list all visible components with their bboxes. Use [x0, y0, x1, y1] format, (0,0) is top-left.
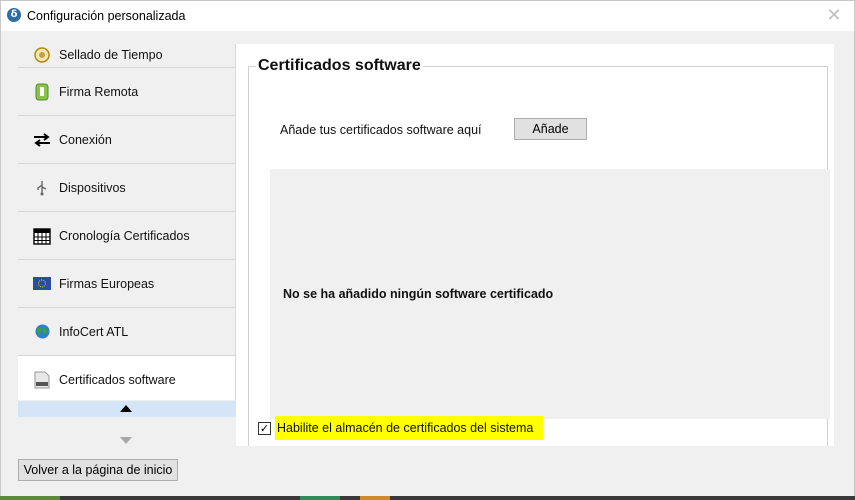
remote-signature-icon — [32, 82, 52, 102]
close-button[interactable]: ✕ — [824, 6, 844, 26]
back-to-home-button[interactable]: Volver a la página de inicio — [18, 459, 178, 481]
sidebar-item-firmas-europeas[interactable]: Firmas Europeas — [18, 260, 235, 308]
chevron-up-icon — [120, 405, 132, 412]
section-title: Certificados software — [256, 57, 423, 75]
title-bar: δ Configuración personalizada ✕ — [1, 1, 854, 31]
sidebar-item-cronologia-certificados[interactable]: Cronología Certificados — [18, 212, 235, 260]
sidebar-item-label: Dispositivos — [59, 180, 126, 195]
system-store-checkbox-label[interactable]: Habilite el almacén de certificados del … — [275, 416, 544, 440]
sidebar-item-label: Cronología Certificados — [59, 228, 190, 243]
sidebar-item-certificados-software[interactable]: Certificados software — [18, 356, 235, 400]
sidebar-item-label: InfoCert ATL — [59, 324, 129, 339]
sidebar-scroll-up-button[interactable] — [18, 401, 236, 417]
add-certificates-label: Añade tus certificados software aquí — [280, 123, 482, 137]
certificates-list: No se ha añadido ningún software certifi… — [270, 169, 830, 419]
connection-arrows-icon — [32, 130, 52, 150]
sidebar-item-label: Firmas Europeas — [59, 276, 155, 291]
software-certificates-group: Añade tus certificados software aquí Aña… — [248, 66, 830, 446]
globe-icon — [32, 322, 52, 342]
settings-sidebar: Sellado de Tiempo Firma Remota Conexión … — [18, 44, 236, 400]
app-logo-icon: δ — [7, 8, 21, 22]
pkcs12-file-icon — [32, 370, 52, 390]
add-certificate-button[interactable]: Añade — [514, 118, 587, 140]
system-store-option[interactable]: ✓ Habilite el almacén de certificados de… — [258, 416, 544, 440]
timestamp-seal-icon — [32, 45, 52, 65]
taskbar-strip — [0, 496, 855, 500]
sidebar-item-label: Sellado de Tiempo — [59, 47, 163, 62]
usb-icon — [32, 178, 52, 198]
main-panel: Añade tus certificados software aquí Aña… — [236, 44, 834, 446]
sidebar-item-dispositivos[interactable]: Dispositivos — [18, 164, 235, 212]
eu-flag-icon — [32, 274, 52, 294]
empty-list-message: No se ha añadido ningún software certifi… — [283, 287, 554, 301]
calendar-icon — [32, 226, 52, 246]
sidebar-item-firma-remota[interactable]: Firma Remota — [18, 68, 235, 116]
sidebar-item-label: Certificados software — [59, 373, 176, 387]
sidebar-scroll-down-button[interactable] — [120, 437, 132, 444]
settings-window: δ Configuración personalizada ✕ Sellado … — [0, 0, 855, 500]
sidebar-item-conexion[interactable]: Conexión — [18, 116, 235, 164]
system-store-checkbox[interactable]: ✓ — [258, 421, 271, 435]
sidebar-item-infocert-atl[interactable]: InfoCert ATL — [18, 308, 235, 356]
sidebar-item-label: Firma Remota — [59, 84, 139, 99]
sidebar-item-sellado-de-tiempo[interactable]: Sellado de Tiempo — [18, 44, 235, 68]
sidebar-item-label: Conexión — [59, 132, 112, 147]
window-title: Configuración personalizada — [27, 9, 186, 23]
